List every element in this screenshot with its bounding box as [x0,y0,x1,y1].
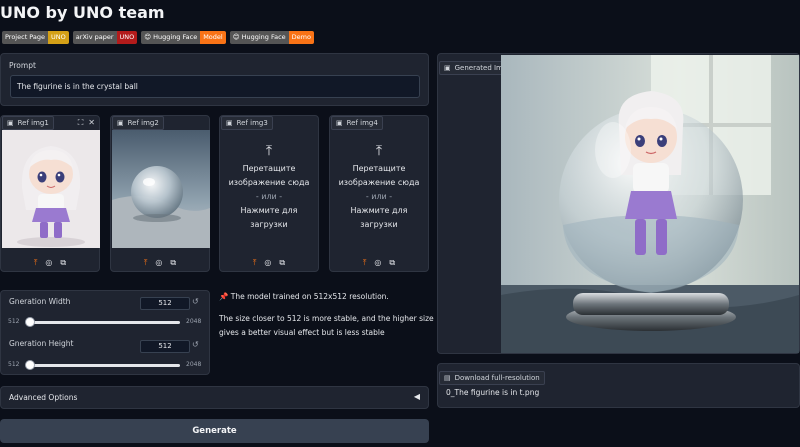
size-note-line1: The size closer to 512 is more stable, a… [219,314,434,323]
image-icon: ▣ [444,64,451,72]
crystal-ball-figurine-image [501,55,799,353]
width-slider-label: Gneration Width [9,297,71,306]
training-note: 📌 The model trained on 512x512 resolutio… [219,292,389,301]
prompt-label: Prompt [9,61,36,70]
image-icon: ▣ [7,119,14,127]
generated-image[interactable] [501,55,799,353]
clipboard-icon[interactable]: ⧉ [170,258,176,268]
advanced-options-label: Advanced Options [9,393,78,402]
badge-right: UNO [116,31,138,44]
ref-img2-panel: ▣ Ref img2 ⤒ ◎ ⧉ [110,115,210,272]
width-min: 512 [8,318,20,325]
width-slider-track[interactable] [28,321,180,324]
ref-img4-dropzone[interactable]: ⤒ Перетащите изображение сюда - или - На… [330,144,428,232]
prompt-input[interactable]: The figurine is in the crystal ball [10,75,420,98]
badge-row: Project Page UNO arXiv paper UNO 😊 Huggi… [2,31,314,44]
image-icon: ▣ [226,119,233,127]
ref-img4-panel: ▣ Ref img4 ⤒ Перетащите изображение сюда… [329,115,429,272]
upload-icon[interactable]: ⤒ [144,258,148,268]
hf-model-badge[interactable]: 😊 Hugging Face Model [141,31,226,44]
badge-left: arXiv paper [72,31,117,44]
download-label: ▤ Download full-resolution [439,371,545,385]
badge-left: Project Page [2,31,49,44]
upload-icon[interactable]: ⤒ [253,258,257,268]
clipboard-icon[interactable]: ⧉ [279,258,285,268]
upload-arrow-icon: ⤒ [375,143,383,159]
webcam-icon[interactable]: ◎ [45,258,52,268]
app-title: UNO by UNO team [0,3,165,22]
size-note-line2: gives a better visual effect but is less… [219,328,385,337]
ref-img2-label: ▣ Ref img2 [112,116,164,130]
webcam-icon[interactable]: ◎ [374,258,381,268]
upload-icon[interactable]: ⤒ [34,258,38,268]
height-slider-track[interactable] [28,364,180,367]
clipboard-icon[interactable]: ⧉ [389,258,395,268]
upload-arrow-icon: ⤒ [265,143,273,159]
height-max: 2048 [186,361,202,368]
arxiv-badge[interactable]: arXiv paper UNO [72,31,138,44]
badge-left: 😊 Hugging Face [141,31,201,44]
generated-image-panel: ▣ Generated Image [437,53,800,354]
webcam-icon[interactable]: ◎ [155,258,162,268]
height-slider-label: Gneration Height [9,339,74,348]
advanced-options-accordion[interactable]: Advanced Options ◀ [0,386,429,409]
generate-button[interactable]: Generate [0,419,429,443]
download-panel: ▤ Download full-resolution 0_The figurin… [437,363,800,408]
ref-img3-dropzone[interactable]: ⤒ Перетащите изображение сюда - или - На… [220,144,318,232]
crystal-ball-image [112,130,210,248]
badge-right: Demo [288,31,314,44]
collapse-caret-icon: ◀ [413,392,420,401]
fullscreen-icon[interactable]: ⛶ [78,118,84,128]
upload-icon[interactable]: ⤒ [363,258,367,268]
webcam-icon[interactable]: ◎ [264,258,271,268]
width-number-input[interactable]: 512 [140,297,190,310]
ref-img3-panel: ▣ Ref img3 ⤒ Перетащите изображение сюда… [219,115,319,272]
figurine-image [2,130,100,248]
image-icon: ▣ [117,119,124,127]
hf-demo-badge[interactable]: 😊 Hugging Face Demo [229,31,314,44]
project-page-badge[interactable]: Project Page UNO [2,31,69,44]
pin-icon: 📌 [219,292,229,301]
width-slider-thumb[interactable] [25,317,35,327]
width-reset-icon[interactable]: ↺ [192,297,199,306]
badge-left: 😊 Hugging Face [229,31,289,44]
ref-img3-label: ▣ Ref img3 [221,116,273,130]
ref-img1-label: ▣ Ref img1 [2,116,54,130]
badge-right: UNO [48,31,69,44]
ref-img1-image[interactable] [2,130,100,248]
height-number-input[interactable]: 512 [140,340,190,353]
width-max: 2048 [186,318,202,325]
clipboard-icon[interactable]: ⧉ [60,258,66,268]
download-header: ▤ Download full-resolution [439,365,545,385]
ref-img4-label: ▣ Ref img4 [331,116,383,130]
badge-right: Model [200,31,226,44]
height-min: 512 [8,361,20,368]
height-reset-icon[interactable]: ↺ [192,340,199,349]
file-icon: ▤ [444,374,451,382]
close-icon[interactable]: ✕ [88,118,95,128]
download-file-link[interactable]: 0_The figurine is in t.png [446,388,539,397]
ref-img1-panel: ▣ Ref img1 ⛶ ✕ ⤒ ◎ ⧉ [0,115,100,272]
ref-img2-image[interactable] [112,130,210,248]
image-icon: ▣ [336,119,343,127]
height-slider-thumb[interactable] [25,360,35,370]
